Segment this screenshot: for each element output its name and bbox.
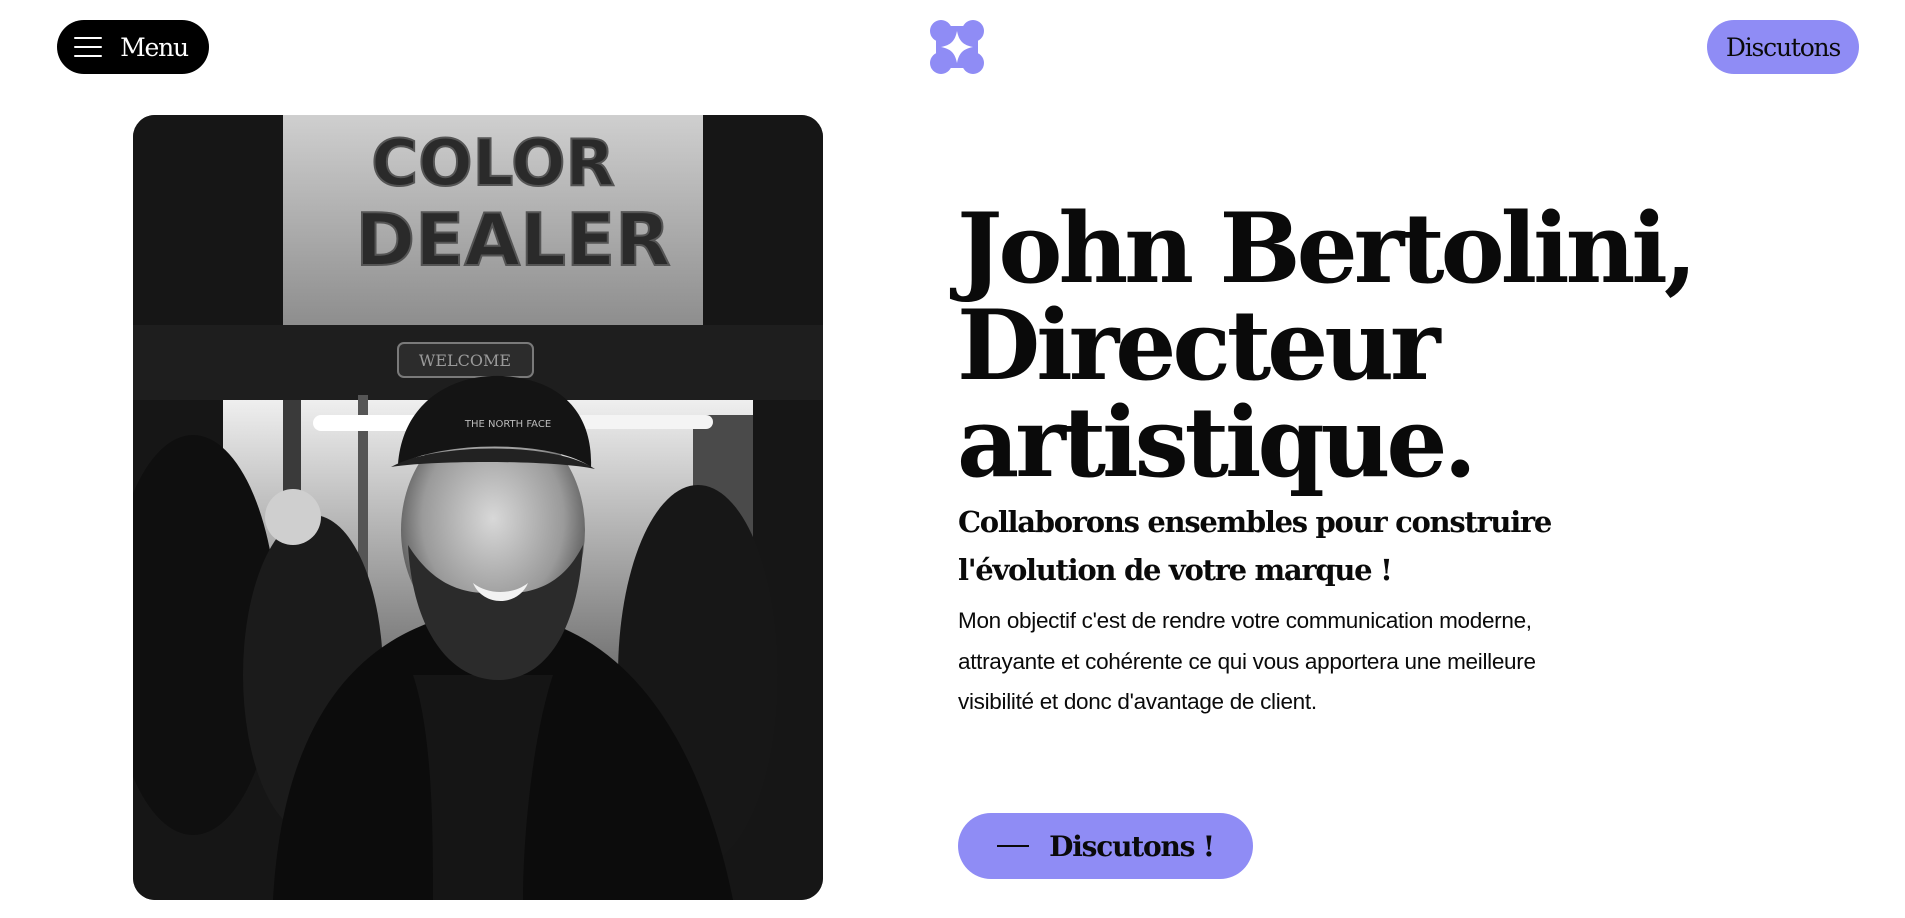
star-flower-logo-icon[interactable] bbox=[928, 18, 986, 76]
svg-text:THE NORTH FACE: THE NORTH FACE bbox=[464, 419, 551, 430]
svg-text:COLOR: COLOR bbox=[371, 127, 615, 201]
hero-title-line-2: Directeur bbox=[957, 289, 1441, 402]
hero-subtitle: Collaborons ensembles pour construire l'… bbox=[958, 505, 1552, 587]
svg-text:DEALER: DEALER bbox=[355, 198, 670, 282]
portrait-photo: COLOR DEALER WELCOME THE NORTH FACE bbox=[133, 115, 823, 900]
discutons-header-button[interactable]: Discutons bbox=[1707, 20, 1859, 74]
cta-label: Discutons ! bbox=[1049, 829, 1215, 863]
hero-title-line-1: John Bertolini, bbox=[957, 192, 1697, 305]
hamburger-icon bbox=[74, 37, 103, 57]
page: Menu Discutons COLOR DEALER WELCOME THE … bbox=[0, 0, 1905, 918]
svg-text:WELCOME: WELCOME bbox=[419, 351, 511, 370]
dash-icon bbox=[997, 845, 1030, 847]
hero-title-line-3: artistique. bbox=[957, 386, 1477, 499]
menu-label: Menu bbox=[120, 32, 189, 62]
menu-button[interactable]: Menu bbox=[57, 20, 209, 74]
discutons-cta-button[interactable]: Discutons ! bbox=[958, 813, 1253, 879]
hero-title: John Bertolini, Directeur artistique. bbox=[957, 192, 1697, 499]
hero-description: Mon objectif c'est de rendre votre commu… bbox=[958, 608, 1536, 714]
